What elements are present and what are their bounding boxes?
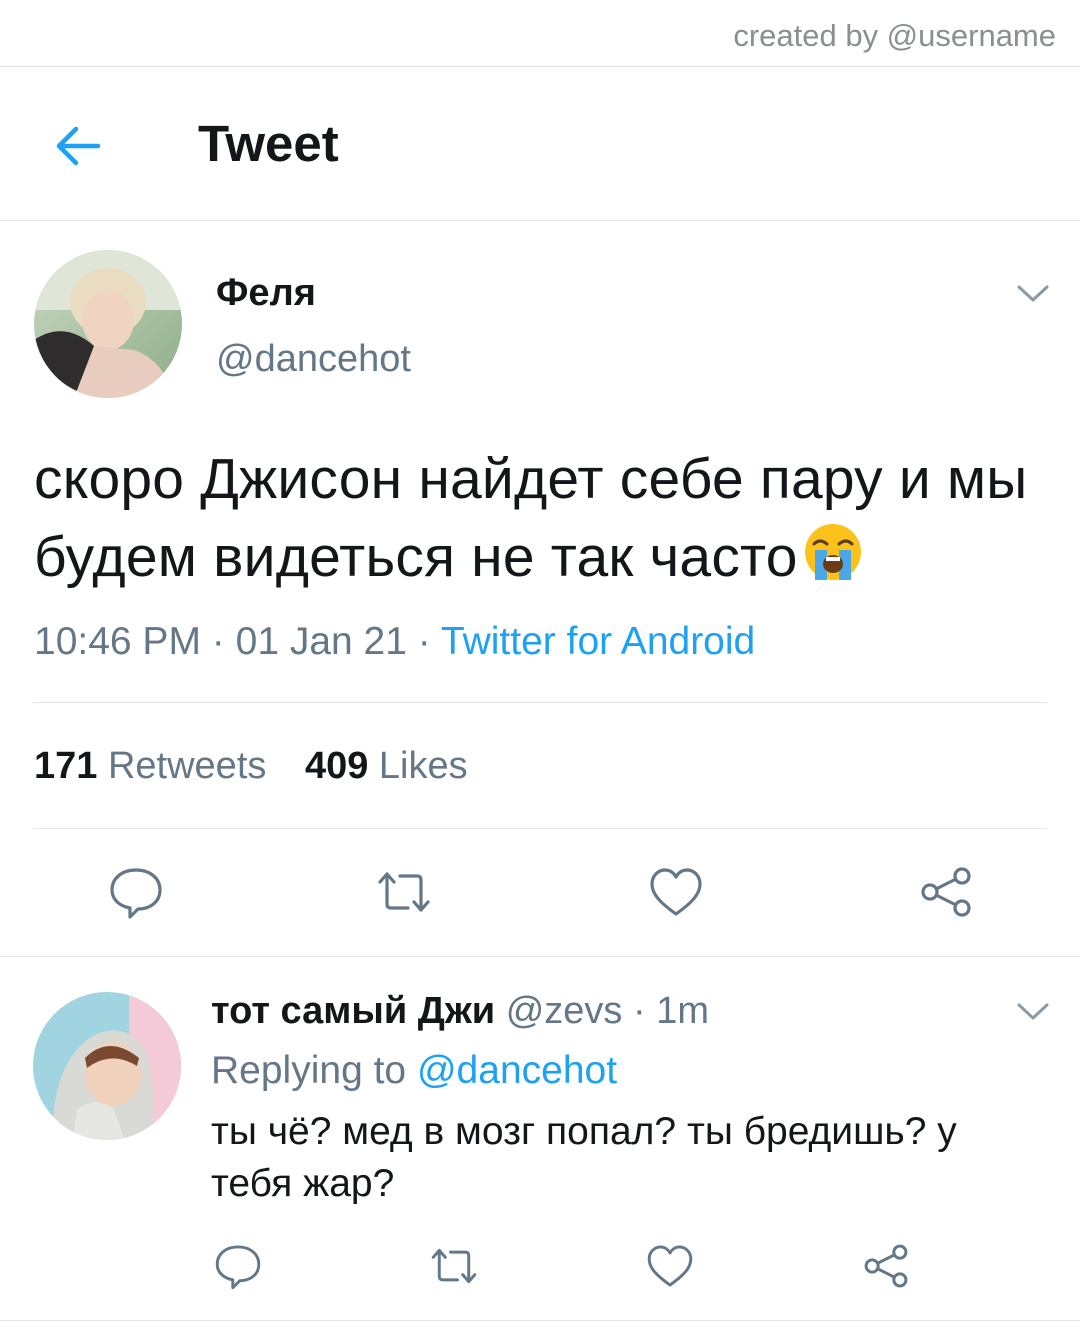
retweet-button[interactable]	[374, 862, 434, 922]
reply-author-handle[interactable]: @zevs	[506, 990, 623, 1032]
tweet-source-link[interactable]: Twitter for Android	[441, 620, 755, 663]
reply-author-avatar[interactable]	[33, 992, 181, 1140]
likes-stat[interactable]: 409 Likes	[305, 745, 468, 787]
back-button[interactable]	[50, 118, 106, 174]
credit-text: created by @username	[733, 18, 1056, 53]
reply-icon	[110, 868, 162, 919]
reply-time: 1m	[656, 990, 709, 1032]
likes-label: Likes	[378, 745, 468, 787]
replying-handle-link[interactable]: @dancehot	[417, 1049, 617, 1092]
separator: ·	[632, 990, 646, 1032]
reply-retweet-button[interactable]	[428, 1240, 480, 1292]
tweet-body: скоро Джисон найдет себе пару и мы будем…	[34, 447, 1028, 589]
separator: ·	[417, 620, 431, 663]
separator: ·	[211, 620, 225, 663]
tweet-date: 01 Jan 21	[235, 620, 407, 663]
reply-menu-button[interactable]	[1016, 1000, 1050, 1024]
chevron-down-icon	[1017, 285, 1049, 302]
retweet-icon	[431, 1248, 477, 1284]
replying-to: Replying to @dancehot	[211, 1046, 617, 1096]
divider	[0, 956, 1080, 957]
tweet-text: скоро Джисон найдет себе пару и мы будем…	[34, 440, 1054, 596]
back-arrow-icon	[56, 126, 101, 166]
reply-like-button[interactable]	[644, 1240, 696, 1292]
author-avatar[interactable]	[34, 250, 182, 398]
likes-count: 409	[304, 745, 369, 787]
divider	[0, 220, 1080, 221]
reply-author-name[interactable]: тот самый Джи	[211, 990, 495, 1032]
divider	[0, 66, 1080, 67]
tweet-stats: 171 Retweets 409 Likes	[34, 740, 496, 792]
top-bar: Tweet	[0, 68, 1080, 220]
author-name[interactable]: Феля	[216, 270, 316, 316]
retweet-icon	[378, 872, 430, 912]
replying-prefix: Replying to	[211, 1049, 407, 1092]
share-icon	[921, 867, 971, 917]
retweets-stat[interactable]: 171 Retweets	[34, 745, 266, 787]
page-title: Tweet	[198, 115, 339, 172]
reply-header: тот самый Джи @zevs · 1m	[211, 986, 709, 1036]
divider	[0, 1320, 1080, 1321]
reply-text: ты чё? мед в мозг попал? ты бредишь? у т…	[211, 1110, 957, 1205]
reply-button[interactable]	[106, 862, 166, 922]
retweets-count: 171	[34, 745, 98, 787]
tweet-meta: 10:46 PM · 01 Jan 21 · Twitter for Andro…	[34, 616, 755, 668]
reply-icon	[215, 1245, 261, 1290]
tweet-menu-button[interactable]	[1016, 282, 1050, 306]
share-icon	[864, 1244, 908, 1288]
like-button[interactable]	[646, 862, 706, 922]
author-handle[interactable]: @dancehot	[216, 336, 411, 382]
reply-reply-button[interactable]	[212, 1240, 264, 1292]
share-button[interactable]	[916, 862, 976, 922]
chevron-down-icon	[1017, 1003, 1049, 1020]
like-icon	[647, 1245, 693, 1287]
reply-share-button[interactable]	[860, 1240, 912, 1292]
loudly-crying-face-emoji	[800, 522, 866, 584]
divider	[33, 702, 1047, 703]
tweet-time: 10:46 PM	[34, 620, 201, 663]
divider	[33, 828, 1047, 829]
retweets-label: Retweets	[107, 745, 267, 787]
like-icon	[650, 868, 702, 916]
